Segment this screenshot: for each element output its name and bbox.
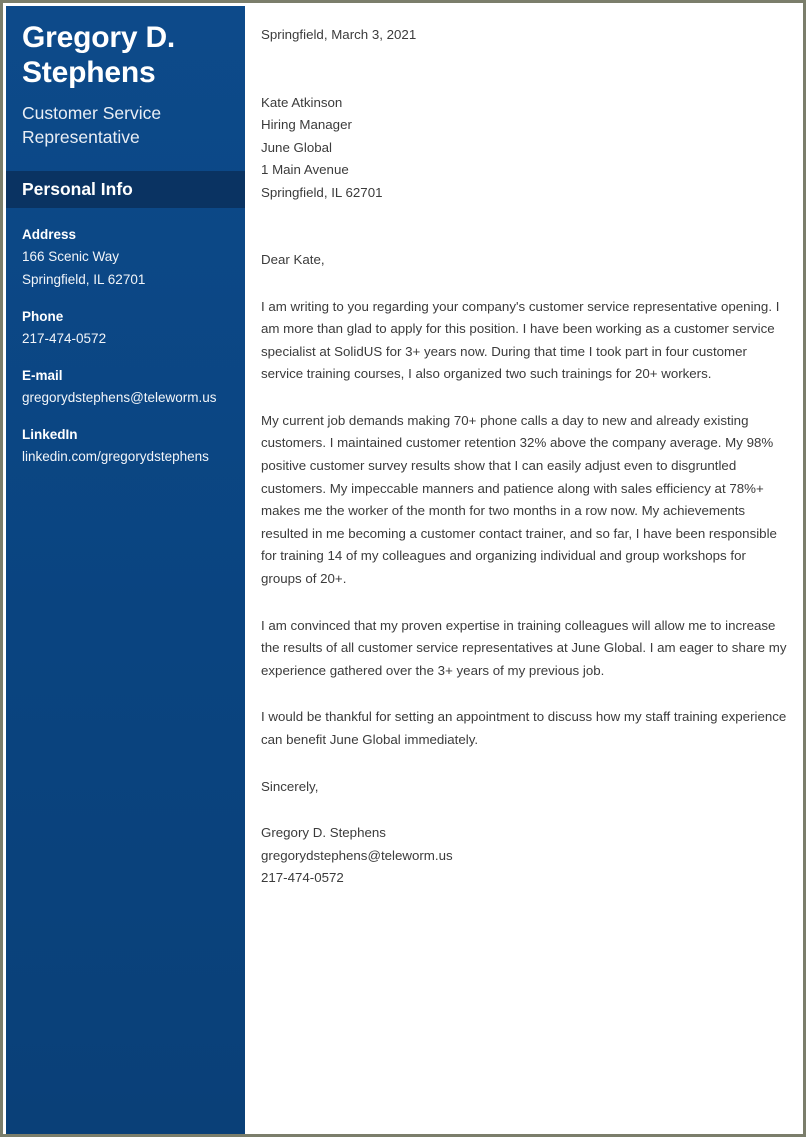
applicant-job-title: Customer Service Representative xyxy=(22,102,162,147)
recipient-address-block: Kate Atkinson Hiring Manager June Global… xyxy=(261,92,789,205)
applicant-name: Gregory D. Stephens xyxy=(22,21,176,90)
contact-group-phone: Phone 217-474-0572 xyxy=(22,306,229,351)
signature-email[interactable]: gregorydstephens@teleworm.us xyxy=(261,845,789,868)
contact-group-email: E-mail gregorydstephens@teleworm.us xyxy=(22,365,229,410)
contact-label-address: Address xyxy=(22,227,77,243)
letter-paragraph: I would be thankful for setting an appoi… xyxy=(261,709,787,747)
letter-paragraph: My current job demands making 70+ phone … xyxy=(261,412,777,587)
letter-body: Springfield, March 3, 2021 Kate Atkinson… xyxy=(261,6,789,890)
cover-letter-page: Gregory D. Stephens Customer Service Rep… xyxy=(0,0,806,1137)
contact-label-phone: Phone xyxy=(22,308,64,324)
recipient-line: Springfield, IL 62701 xyxy=(261,184,383,200)
contact-group-linkedin: LinkedIn linkedin.com/gregorydstephens xyxy=(22,424,229,469)
letter-paragraph: I am writing to you regarding your compa… xyxy=(261,298,780,382)
sidebar: Gregory D. Stephens Customer Service Rep… xyxy=(6,6,245,1134)
sidebar-identity: Gregory D. Stephens Customer Service Rep… xyxy=(6,6,245,149)
contact-label-email: E-mail xyxy=(22,367,63,383)
contact-value-email[interactable]: gregorydstephens@teleworm.us xyxy=(22,387,229,410)
signature-phone[interactable]: 217-474-0572 xyxy=(261,867,789,890)
signature-block: Gregory D. Stephens gregorydstephens@tel… xyxy=(261,822,789,890)
letter-paragraph: I am convinced that my proven expertise … xyxy=(261,617,787,678)
recipient-line: Kate Atkinson xyxy=(261,94,343,110)
personal-info-header: Personal Info xyxy=(6,171,245,209)
recipient-line: June Global xyxy=(261,139,332,155)
letter-salutation: Dear Kate, xyxy=(261,252,325,267)
recipient-line: 1 Main Avenue xyxy=(261,162,349,177)
contact-value-linkedin[interactable]: linkedin.com/gregorydstephens xyxy=(22,446,229,469)
contact-group-address: Address 166 Scenic Way Springfield, IL 6… xyxy=(22,224,229,292)
contact-value-phone[interactable]: 217-474-0572 xyxy=(22,328,229,351)
signature-name: Gregory D. Stephens xyxy=(261,825,386,841)
contact-value-address-line-2: Springfield, IL 62701 xyxy=(22,272,146,287)
recipient-line: Hiring Manager xyxy=(261,117,352,132)
letter-date: Springfield, March 3, 2021 xyxy=(261,27,417,42)
letter-closing: Sincerely, xyxy=(261,778,319,794)
contact-list: Address 166 Scenic Way Springfield, IL 6… xyxy=(6,208,245,468)
contact-value-address-line-1: 166 Scenic Way xyxy=(22,249,120,265)
contact-label-linkedin: LinkedIn xyxy=(22,426,78,442)
personal-info-title: Personal Info xyxy=(22,178,133,199)
